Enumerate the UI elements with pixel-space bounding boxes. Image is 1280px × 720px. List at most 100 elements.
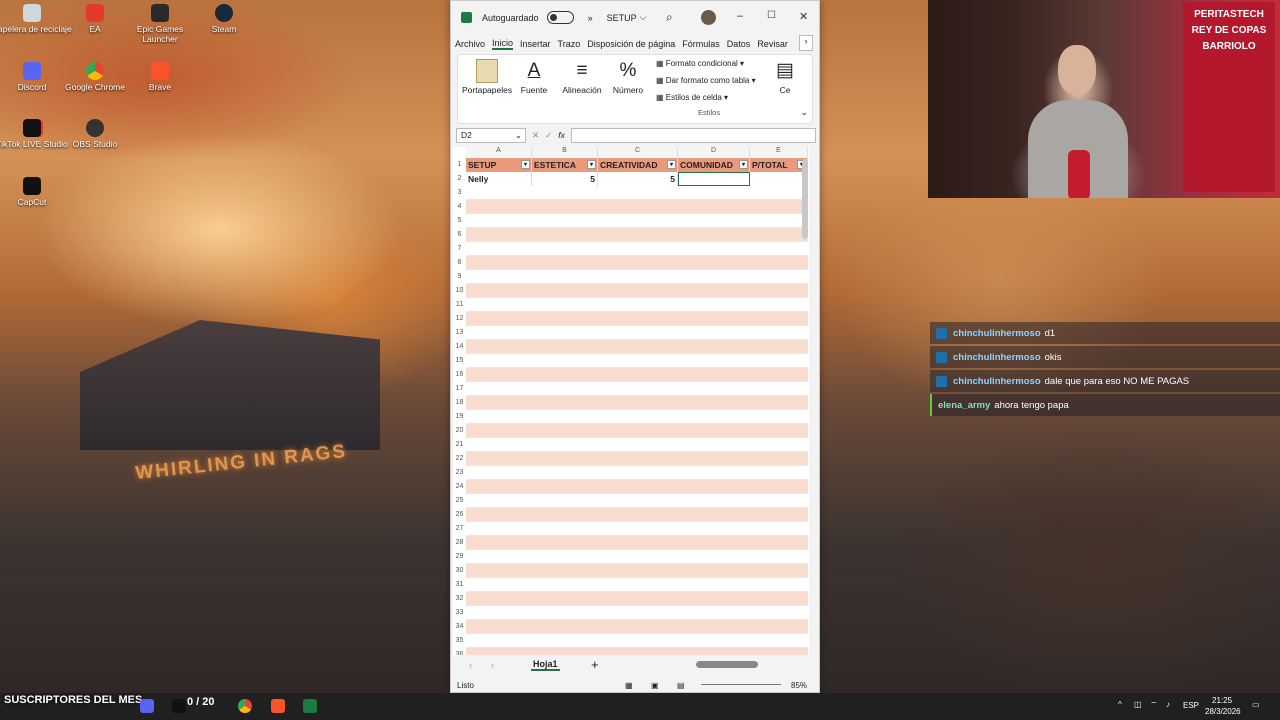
- table-row[interactable]: [466, 606, 808, 620]
- normal-view-icon[interactable]: ▦: [625, 681, 633, 690]
- autosave-toggle[interactable]: [546, 11, 574, 24]
- row-header[interactable]: 12: [453, 312, 466, 326]
- cell-a2[interactable]: Nelly: [466, 172, 532, 186]
- column-header-b[interactable]: B: [532, 147, 598, 158]
- filter-dropdown-icon[interactable]: ▾: [521, 160, 530, 169]
- avatar[interactable]: [701, 10, 716, 25]
- row-header[interactable]: 36: [453, 648, 466, 655]
- row-header[interactable]: 22: [453, 452, 466, 466]
- filter-dropdown-icon[interactable]: ▾: [587, 160, 596, 169]
- row-header[interactable]: 24: [453, 480, 466, 494]
- cell-d2-selected[interactable]: [678, 172, 750, 186]
- row-header[interactable]: 10: [453, 284, 466, 298]
- table-row[interactable]: [466, 648, 808, 655]
- tab-datos[interactable]: Datos: [727, 39, 751, 49]
- fx-icon[interactable]: fx: [558, 130, 565, 140]
- language-indicator[interactable]: ESP: [1183, 701, 1199, 710]
- table-row[interactable]: [466, 480, 808, 494]
- celdas-button[interactable]: ▤ Ce: [770, 59, 800, 95]
- column-header-e[interactable]: E: [750, 147, 808, 158]
- row-header[interactable]: 13: [453, 326, 466, 340]
- fuente-button[interactable]: A Fuente: [514, 59, 554, 95]
- column-header-c[interactable]: C: [598, 147, 678, 158]
- check-icon[interactable]: ✓: [545, 130, 552, 141]
- table-row[interactable]: [466, 354, 808, 368]
- table-row[interactable]: [466, 298, 808, 312]
- tab-revisar[interactable]: Revisar: [757, 39, 788, 49]
- desktop-icon-steam[interactable]: Steam: [184, 4, 264, 34]
- date[interactable]: 28/3/2026: [1205, 707, 1241, 716]
- row-header[interactable]: 4: [453, 200, 466, 214]
- row-header[interactable]: 20: [453, 424, 466, 438]
- row-header[interactable]: 21: [453, 438, 466, 452]
- row-header[interactable]: 1: [453, 158, 466, 172]
- table-row[interactable]: [466, 410, 808, 424]
- chevron-down-icon[interactable]: ⌵: [640, 12, 647, 23]
- table-row[interactable]: [466, 270, 808, 284]
- sheet-next-icon[interactable]: ›: [491, 660, 494, 670]
- formato-tabla-button[interactable]: ▦ Dar formato como tabla ▾: [656, 76, 756, 85]
- table-row[interactable]: [466, 200, 808, 214]
- cell-e2[interactable]: [750, 172, 808, 186]
- estilos-celda-button[interactable]: ▦ Estilos de celda ▾: [656, 93, 728, 102]
- time[interactable]: 21:25: [1212, 696, 1232, 705]
- table-row[interactable]: [466, 634, 808, 648]
- formula-input[interactable]: [570, 127, 816, 143]
- cancel-icon[interactable]: ✕: [532, 130, 539, 141]
- table-row[interactable]: [466, 312, 808, 326]
- cell-c2[interactable]: 5: [598, 172, 678, 186]
- tab-disposicion[interactable]: Disposición de página: [587, 39, 675, 49]
- table-row[interactable]: [466, 578, 808, 592]
- table-row[interactable]: [466, 368, 808, 382]
- row-header[interactable]: 28: [453, 536, 466, 550]
- tab-formulas[interactable]: Fórmulas: [682, 39, 720, 49]
- row-header[interactable]: 2: [453, 172, 466, 186]
- sheet-tab-hoja1[interactable]: Hoja1: [531, 659, 560, 671]
- row-header[interactable]: 35: [453, 634, 466, 648]
- header-cell-setup[interactable]: SETUP ▾: [466, 158, 532, 172]
- row-header[interactable]: 26: [453, 508, 466, 522]
- page-layout-icon[interactable]: ▣: [651, 681, 659, 690]
- sheet-prev-icon[interactable]: ‹: [469, 660, 472, 670]
- notifications-icon[interactable]: ▭: [1252, 700, 1260, 709]
- tab-inicio[interactable]: Inicio: [492, 38, 514, 50]
- table-row[interactable]: [466, 242, 808, 256]
- tiktok-taskbar-icon[interactable]: [172, 699, 186, 713]
- brave-taskbar-icon[interactable]: [271, 699, 285, 713]
- spreadsheet-grid[interactable]: A B C D E SETUP ▾ ESTETICA ▾ CREATIVIDAD ▾ …: [453, 147, 809, 655]
- chrome-taskbar-icon[interactable]: [238, 699, 252, 713]
- column-header-a[interactable]: A: [466, 147, 532, 158]
- row-header[interactable]: 29: [453, 550, 466, 564]
- add-sheet-icon[interactable]: +: [591, 657, 599, 672]
- tray-chevron-icon[interactable]: ^: [1118, 700, 1122, 709]
- close-icon[interactable]: ✕: [799, 10, 808, 23]
- zoom-slider[interactable]: [701, 684, 781, 685]
- table-row[interactable]: [466, 396, 808, 410]
- more-icon[interactable]: »: [588, 13, 593, 23]
- tabs-scroll-right-icon[interactable]: ›: [799, 35, 813, 51]
- row-header[interactable]: 7: [453, 242, 466, 256]
- table-row[interactable]: [466, 452, 808, 466]
- minimize-icon[interactable]: –: [737, 10, 743, 22]
- table-row[interactable]: [466, 620, 808, 634]
- table-row[interactable]: [466, 522, 808, 536]
- filter-dropdown-icon[interactable]: ▾: [667, 160, 676, 169]
- table-row[interactable]: [466, 564, 808, 578]
- table-row[interactable]: [466, 214, 808, 228]
- tab-trazo[interactable]: Trazo: [558, 39, 581, 49]
- table-row[interactable]: [466, 382, 808, 396]
- vertical-scrollbar[interactable]: [802, 159, 808, 239]
- search-icon[interactable]: ⌕: [666, 10, 673, 25]
- numero-button[interactable]: % Número: [608, 59, 648, 95]
- file-title[interactable]: SETUP: [607, 13, 637, 23]
- table-row[interactable]: [466, 326, 808, 340]
- row-header[interactable]: 34: [453, 620, 466, 634]
- desktop-icon-obs[interactable]: OBS Studio: [55, 119, 135, 149]
- row-header[interactable]: 31: [453, 578, 466, 592]
- name-box[interactable]: D2 ⌄: [456, 127, 526, 143]
- table-row[interactable]: [466, 228, 808, 242]
- row-header[interactable]: 9: [453, 270, 466, 284]
- table-row[interactable]: [466, 466, 808, 480]
- row-header[interactable]: 17: [453, 382, 466, 396]
- table-row[interactable]: [466, 186, 808, 200]
